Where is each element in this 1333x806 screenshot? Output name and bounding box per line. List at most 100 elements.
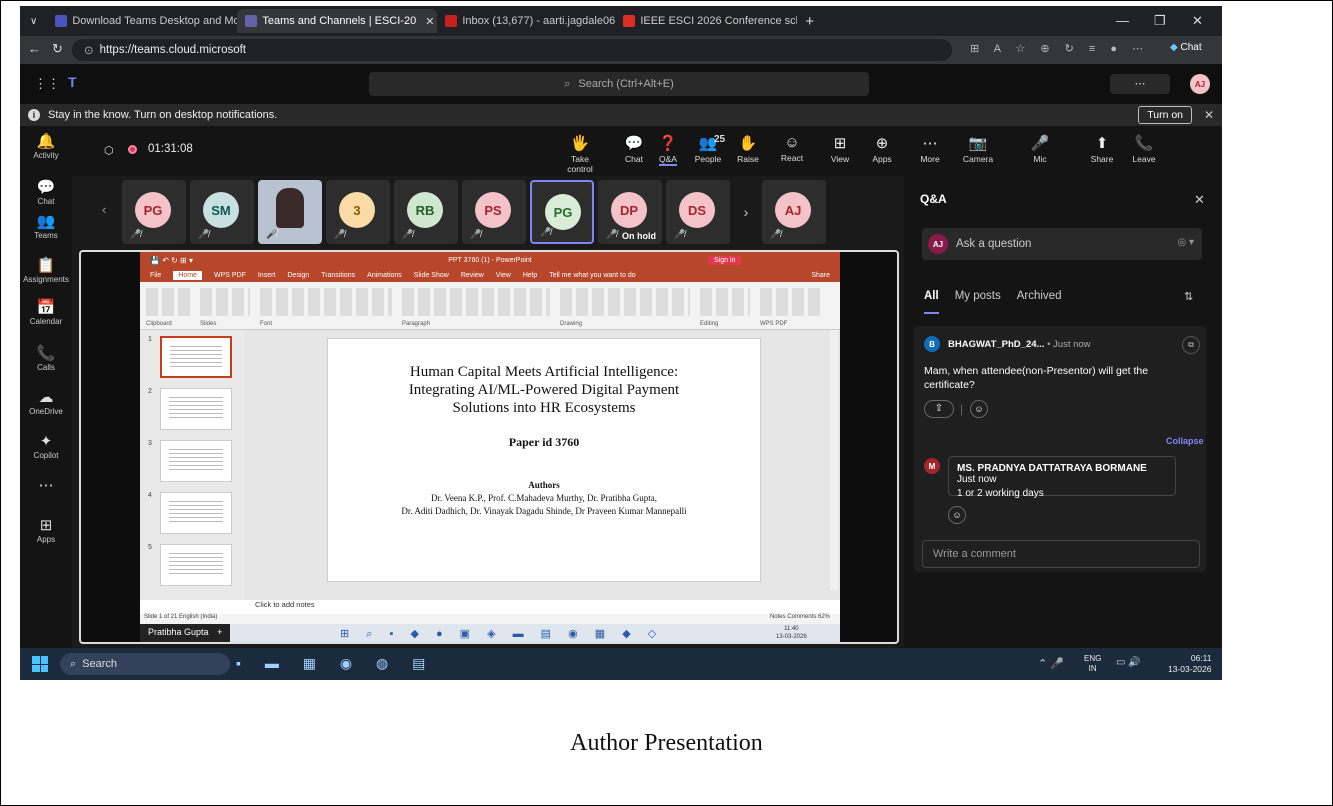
tab-archived[interactable]: Archived	[1017, 290, 1062, 314]
ppt-tab-file[interactable]: File	[150, 272, 161, 279]
toolbar-raise-button[interactable]: ✋ Raise	[728, 134, 768, 164]
search-input[interactable]: ⌕ Search (Ctrl+Alt+E)	[369, 72, 869, 96]
rail-item-calls[interactable]: 📞 Calls	[20, 344, 72, 372]
ppt-tab-review[interactable]: Review	[461, 272, 484, 279]
ppt-tab-insert[interactable]: Insert	[258, 272, 276, 279]
rail-item-teams[interactable]: 👥 Teams	[20, 212, 72, 240]
participant-tile[interactable]: 3 🎤̸	[326, 180, 390, 244]
toolbar-people-button[interactable]: 👥 25 People	[688, 134, 728, 164]
slide-thumbnail[interactable]	[160, 388, 232, 430]
toolbar-react-button[interactable]: ☺ React	[772, 134, 812, 163]
ppt-tab-animations[interactable]: Animations	[367, 272, 402, 279]
browser-toolbar-icons[interactable]: ⊞ A ☆ ⊕ ↻ ≡ ● ⋯	[970, 42, 1149, 55]
window-close-icon[interactable]: ✕	[1192, 13, 1203, 29]
rail-item-chat[interactable]: 💬 Chat	[20, 178, 72, 206]
upvote-button[interactable]: ⇧	[924, 400, 954, 418]
tab-all[interactable]: All	[924, 290, 939, 314]
add-reaction-icon[interactable]: ☺	[970, 400, 988, 418]
ribbon-controls[interactable]	[700, 288, 750, 316]
participant-tile[interactable]: SM 🎤̸	[190, 180, 254, 244]
turn-on-button[interactable]: Turn on	[1138, 106, 1192, 124]
slide-thumbnail[interactable]	[160, 544, 232, 586]
ribbon-controls[interactable]	[146, 288, 190, 316]
rail-item-more[interactable]: ⋯	[20, 476, 72, 495]
tab-my-posts[interactable]: My posts	[955, 290, 1001, 314]
toolbar-share-button[interactable]: ⬆ Share	[1082, 134, 1122, 164]
copy-icon[interactable]: ⧉	[1182, 336, 1200, 354]
user-avatar[interactable]: AJ	[1190, 74, 1210, 94]
next-participants-icon[interactable]: ›	[734, 180, 758, 246]
slide-thumbnail[interactable]	[160, 492, 232, 534]
participant-tile[interactable]: DP 🎤̸ On hold	[598, 180, 662, 244]
add-reaction-icon[interactable]: ☺	[948, 506, 966, 524]
participant-tile[interactable]: PG 🎤̸	[530, 180, 594, 244]
restore-icon[interactable]: ❐	[1154, 13, 1166, 29]
notes-field[interactable]: Click to add notes	[245, 600, 840, 614]
minimize-icon[interactable]: —	[1116, 13, 1129, 28]
toolbar-view-button[interactable]: ⊞ View	[820, 134, 860, 164]
ppt-tab-help[interactable]: Help	[523, 272, 537, 279]
windows-start-icon[interactable]	[32, 656, 48, 672]
ppt-tab-tell-me-what-you-want-to-do[interactable]: Tell me what you want to do	[549, 272, 635, 279]
toolbar-take-control-button[interactable]: 🖐 Take control	[560, 134, 600, 174]
close-icon[interactable]: ✕	[1194, 192, 1205, 208]
browser-tab-4[interactable]: IEEE ESCI 2026 Conference schedu ✕	[615, 9, 797, 33]
close-icon[interactable]: ✕	[1204, 108, 1214, 122]
browser-tab-2[interactable]: Teams and Channels | ESCI-20 ✕	[237, 9, 438, 33]
comment-input[interactable]: Write a comment	[922, 540, 1200, 568]
browser-tab-1[interactable]: Download Teams Desktop and Mo ✕	[47, 9, 237, 33]
ribbon-controls[interactable]	[402, 288, 550, 316]
sort-icon[interactable]: ⇅	[1184, 290, 1193, 303]
refresh-icon[interactable]: ↻	[52, 41, 63, 57]
language-indicator[interactable]: ENG IN	[1084, 654, 1101, 674]
app-launcher-icon[interactable]: ⋮⋮	[34, 76, 60, 92]
ribbon-controls[interactable]	[260, 288, 392, 316]
rail-item-onedrive[interactable]: ☁ OneDrive	[20, 388, 72, 416]
rail-item-calendar[interactable]: 📅 Calendar	[20, 298, 72, 326]
site-info-icon[interactable]: ⊙	[84, 43, 94, 57]
toolbar-leave-button[interactable]: 📞 Leave	[1124, 134, 1164, 164]
participant-tile[interactable]: RB 🎤̸	[394, 180, 458, 244]
ppt-share-button[interactable]: Share	[811, 272, 830, 279]
toolbar-mic-button[interactable]: 🎤 Mic	[1020, 134, 1060, 164]
ribbon-controls[interactable]	[200, 288, 250, 316]
back-icon[interactable]: ←	[28, 41, 41, 56]
rail-item-activity[interactable]: 🔔 Activity	[20, 132, 72, 160]
tray-icons[interactable]: ⌃ 🎤	[1038, 657, 1064, 670]
toolbar-more-button[interactable]: ⋯ More	[910, 134, 950, 164]
rail-item-apps[interactable]: ⊞ Apps	[20, 516, 72, 544]
url-field[interactable]: ⊙ https://teams.cloud.microsoft	[72, 39, 952, 61]
ribbon-controls[interactable]	[760, 288, 820, 316]
toolbar-apps-button[interactable]: ⊕ Apps	[862, 134, 902, 164]
participant-tile[interactable]: DS 🎤̸	[666, 180, 730, 244]
participant-tile[interactable]: PS 🎤̸	[462, 180, 526, 244]
new-tab-button[interactable]: +	[797, 13, 814, 30]
copilot-chat-button[interactable]: ◆ Chat	[1170, 42, 1202, 53]
toolbar-q-a-button[interactable]: ❓ Q&A	[648, 134, 688, 166]
ribbon-controls[interactable]	[560, 288, 690, 316]
participant-tile[interactable]: AJ 🎤̸	[762, 180, 826, 244]
taskbar-clock[interactable]: 06:11 13-03-2026	[1168, 653, 1211, 675]
add-icon[interactable]: +	[217, 627, 222, 637]
ppt-tab-slide-show[interactable]: Slide Show	[414, 272, 449, 279]
participant-tile[interactable]: 🎤̸	[258, 180, 322, 244]
ppt-tab-wps-pdf[interactable]: WPS PDF	[214, 272, 246, 279]
close-icon[interactable]: ✕	[425, 15, 434, 28]
network-volume-icons[interactable]: ▭ 🔊	[1116, 657, 1141, 668]
vertical-scrollbar[interactable]	[830, 330, 838, 590]
toolbar-camera-button[interactable]: 📷 Camera	[958, 134, 998, 164]
rail-item-copilot[interactable]: ✦ Copilot	[20, 432, 72, 460]
more-options-button[interactable]: ⋯	[1110, 74, 1170, 94]
ppt-signin-button[interactable]: Sign in	[708, 255, 742, 265]
slide-thumbnail[interactable]	[160, 336, 232, 378]
rail-item-assignments[interactable]: 📋 Assignments	[20, 256, 72, 284]
browser-tab-3[interactable]: Inbox (13,677) - aarti.jagdale0602( ✕	[437, 9, 615, 33]
tab-list-icon[interactable]: ∨	[20, 16, 47, 27]
ppt-quick-access[interactable]: 💾 ↶ ↻ ⊞ ▾	[150, 256, 193, 265]
ppt-tab-home[interactable]: Home	[173, 270, 202, 280]
previous-participants-icon[interactable]: ‹	[102, 202, 106, 217]
taskbar-search[interactable]: ⌕ Search	[60, 653, 230, 675]
ppt-tab-design[interactable]: Design	[287, 272, 309, 279]
ask-question-input[interactable]: AJ Ask a question ◎ ▾	[922, 228, 1202, 260]
participant-tile[interactable]: PG 🎤̸	[122, 180, 186, 244]
